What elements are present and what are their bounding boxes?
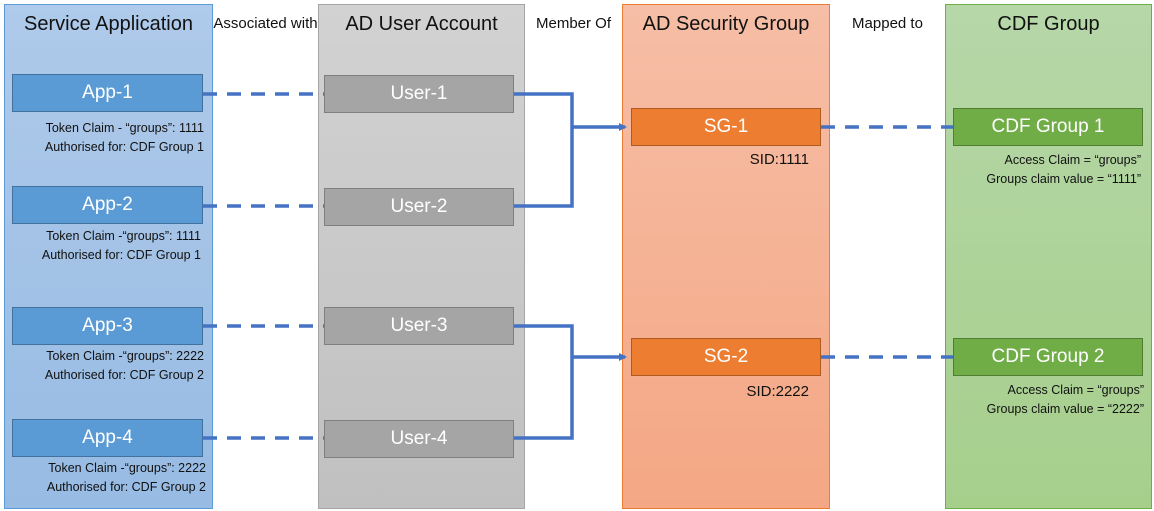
token-claim: Token Claim -“groups”: 2222 [46,349,204,363]
user-1-box: User-1 [324,75,514,113]
cdf-group-1-note: Access Claim = “groups” Groups claim val… [986,151,1141,189]
sg-1-box: SG-1 [631,108,821,146]
app-2-note: Token Claim -“groups”: 1111 Authorised f… [42,227,201,265]
app-4-box: App-4 [12,419,203,457]
authorised-for: Authorised for: CDF Group 2 [44,368,204,382]
cdf-group-2-note: Access Claim = “groups” Groups claim val… [987,381,1144,419]
authorised-for: Authorised for: CDF Group 1 [41,248,201,262]
user-3-box: User-3 [324,307,514,345]
app-2-box: App-2 [12,186,203,224]
membership-line [514,324,574,440]
app-4-note: Token Claim -“groups”: 2222 Authorised f… [47,459,206,497]
groups-claim-value: Groups claim value = “2222” [986,402,1144,416]
sg-2-sid: SID:2222 [746,383,809,400]
app-1-box: App-1 [12,74,203,112]
token-claim: Token Claim -“groups”: 1111 [46,229,201,243]
app-1-note: Token Claim - “groups”: 1111 Authorised … [45,119,204,157]
authorised-for: Authorised for: CDF Group 1 [44,140,204,154]
app-3-box: App-3 [12,307,203,345]
sg-1-sid: SID:1111 [749,151,809,168]
authorised-for: Authorised for: CDF Group 2 [46,480,206,494]
access-claim: Access Claim = “groups” [1007,383,1145,397]
sg-2-box: SG-2 [631,338,821,376]
access-claim: Access Claim = “groups” [1004,153,1142,167]
user-4-box: User-4 [324,420,514,458]
token-claim: Token Claim -“groups”: 2222 [48,461,206,475]
user-2-box: User-2 [324,188,514,226]
membership-line [514,92,574,208]
app-3-note: Token Claim -“groups”: 2222 Authorised f… [45,347,204,385]
token-claim: Token Claim - “groups”: 1111 [45,121,204,135]
groups-claim-value: Groups claim value = “1111” [986,172,1141,186]
cdf-group-1-box: CDF Group 1 [953,108,1143,146]
cdf-group-2-box: CDF Group 2 [953,338,1143,376]
